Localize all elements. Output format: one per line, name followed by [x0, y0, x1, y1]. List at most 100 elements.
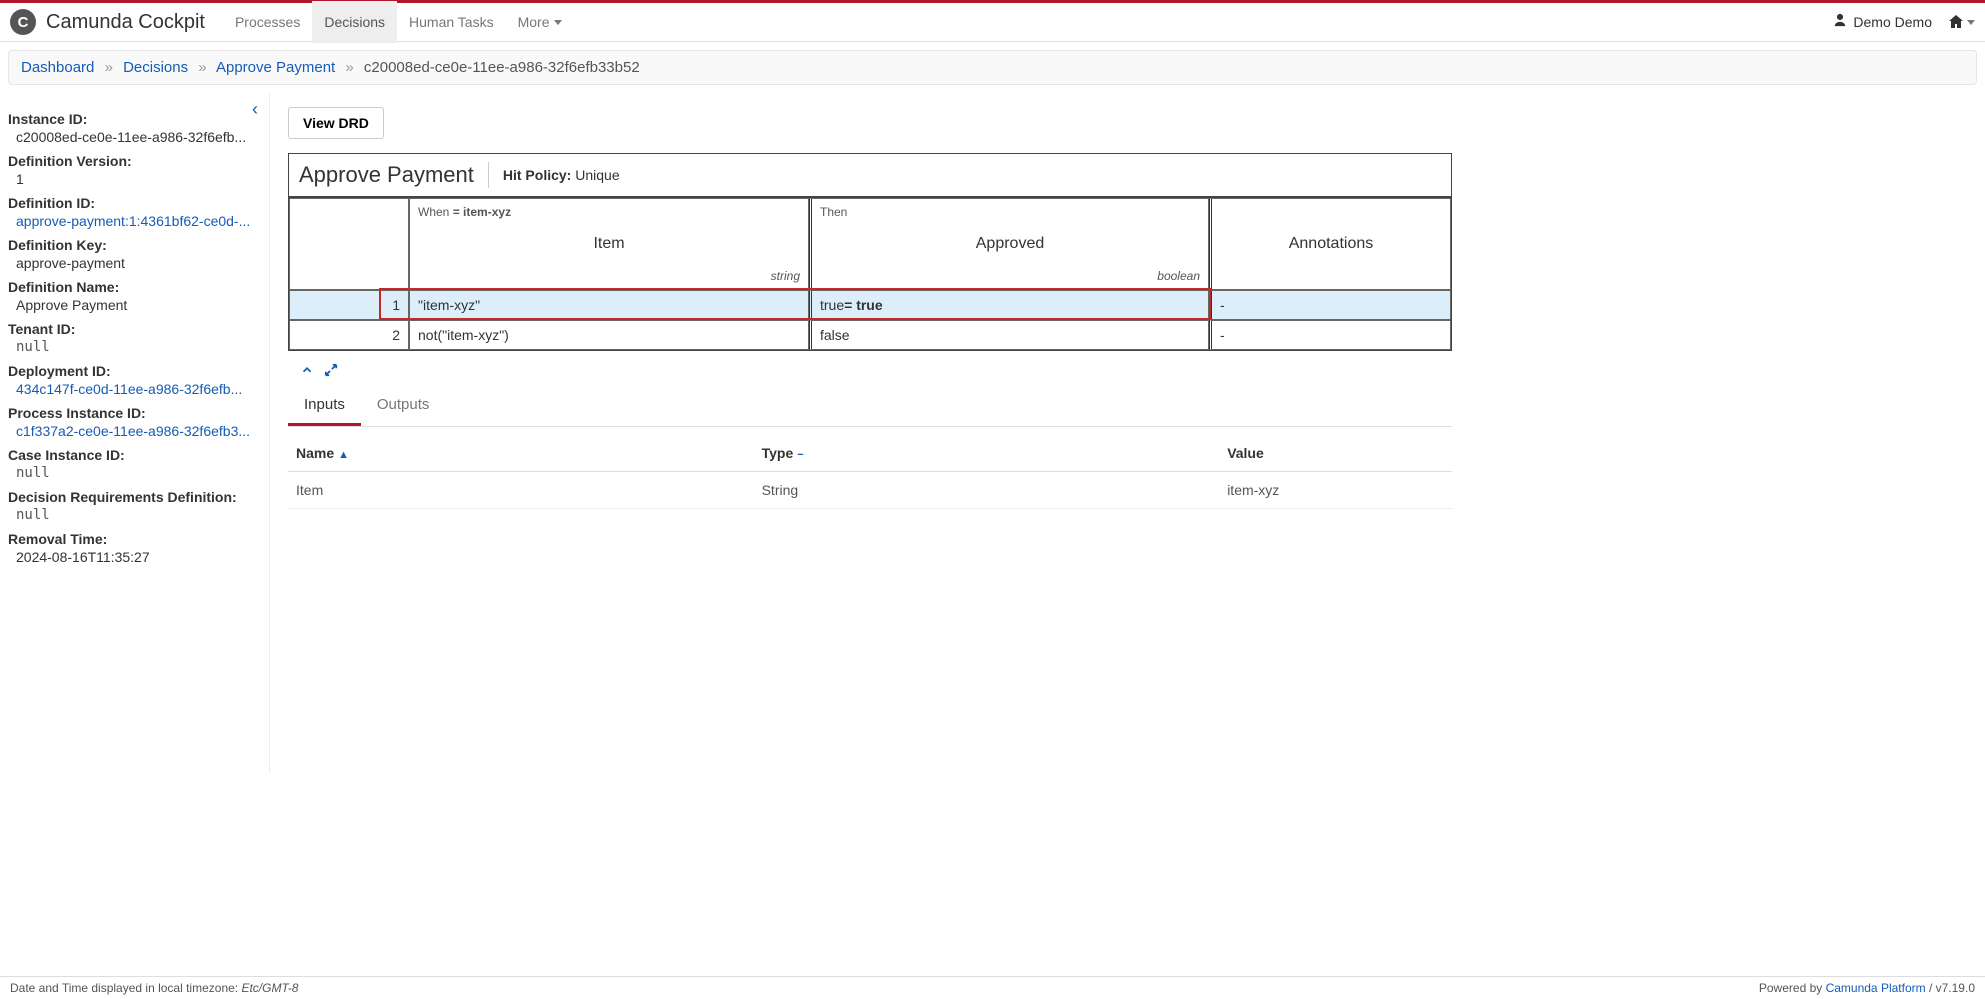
view-drd-button[interactable]: View DRD — [288, 107, 384, 139]
nav-more[interactable]: More — [506, 1, 574, 43]
caret-down-icon — [1967, 20, 1975, 25]
input-column-name: Item — [418, 219, 800, 269]
user-name[interactable]: Demo Demo — [1853, 14, 1932, 30]
breadcrumb-sep: » — [345, 59, 353, 76]
rule-output-bold: = true — [844, 297, 883, 313]
input-column-header: When = item-xyz Item string — [409, 198, 809, 290]
breadcrumb-decisions[interactable]: Decisions — [123, 59, 188, 76]
tenant-id-label: Tenant ID: — [8, 321, 261, 337]
deployment-id-link[interactable]: 434c147f-ce0d-11ee-a986-32f6efb... — [16, 381, 261, 397]
tab-outputs[interactable]: Outputs — [361, 386, 446, 426]
breadcrumb: Dashboard » Decisions » Approve Payment … — [8, 50, 1977, 85]
removal-value: 2024-08-16T11:35:27 — [16, 549, 261, 565]
version: / v7.19.0 — [1926, 981, 1975, 995]
dmn-title: Approve Payment — [299, 162, 489, 188]
sidebar: Instance ID: c20008ed-ce0e-11ee-a986-32f… — [0, 93, 270, 773]
output-column-type: boolean — [820, 269, 1200, 283]
col-value[interactable]: Value — [1219, 435, 1452, 472]
annotation-column-name: Annotations — [1220, 219, 1442, 269]
col-name[interactable]: Name ▲ — [288, 435, 754, 472]
drd-value: null — [16, 507, 261, 523]
expand-panel-icon[interactable] — [324, 363, 338, 380]
dmn-rule-row[interactable]: 1 "item-xyz" true = true - — [289, 290, 1451, 320]
rule-index: 1 — [289, 290, 409, 320]
breadcrumb-sep: » — [105, 59, 113, 76]
powered-label: Powered by — [1759, 981, 1826, 995]
proc-inst-link[interactable]: c1f337a2-ce0e-11ee-a986-32f6efb3... — [16, 423, 261, 439]
inputs-table: Name ▲ Type− Value Item String item-xyz — [288, 435, 1452, 509]
nav-more-label: More — [518, 14, 550, 30]
hit-policy-label: Hit Policy: — [503, 167, 571, 183]
nav-processes[interactable]: Processes — [223, 1, 312, 43]
when-label: When — [418, 205, 449, 219]
col-value-label: Value — [1227, 445, 1264, 461]
drd-label: Decision Requirements Definition: — [8, 489, 261, 505]
when-value: = item-xyz — [453, 205, 511, 219]
input-column-type: string — [418, 269, 800, 283]
dmn-table: Approve Payment Hit Policy: Unique When … — [288, 153, 1452, 351]
tz-label: Date and Time displayed in local timezon… — [10, 981, 241, 995]
tab-inputs[interactable]: Inputs — [288, 386, 361, 426]
def-name-label: Definition Name: — [8, 279, 261, 295]
timezone-info: Date and Time displayed in local timezon… — [10, 981, 298, 995]
output-column-name: Approved — [820, 219, 1200, 269]
def-name-value: Approve Payment — [16, 297, 261, 313]
def-key-label: Definition Key: — [8, 237, 261, 253]
hit-policy: Hit Policy: Unique — [503, 167, 620, 183]
sort-icon: − — [797, 449, 803, 461]
col-type[interactable]: Type− — [754, 435, 1220, 472]
breadcrumb-dashboard[interactable]: Dashboard — [21, 59, 94, 76]
breadcrumb-definition[interactable]: Approve Payment — [216, 59, 335, 76]
user-icon — [1833, 13, 1847, 32]
rule-output-pre: true — [820, 297, 844, 313]
platform-link[interactable]: Camunda Platform — [1826, 981, 1926, 995]
dmn-rule-row[interactable]: 2 not("item-xyz") false - — [289, 320, 1451, 350]
nav-human-tasks[interactable]: Human Tasks — [397, 1, 506, 43]
rule-annotation: - — [1209, 290, 1451, 320]
collapse-sidebar-icon[interactable]: ‹ — [252, 99, 258, 120]
cell-value: item-xyz — [1219, 472, 1452, 509]
topbar: C Camunda Cockpit Processes Decisions Hu… — [0, 0, 1985, 42]
def-version-value: 1 — [16, 171, 261, 187]
hit-policy-value: Unique — [575, 167, 619, 183]
col-type-label: Type — [762, 445, 794, 461]
sort-asc-icon: ▲ — [338, 449, 349, 461]
instance-id-label: Instance ID: — [8, 111, 261, 127]
breadcrumb-instance: c20008ed-ce0e-11ee-a986-32f6efb33b52 — [364, 59, 640, 76]
proc-inst-label: Process Instance ID: — [8, 405, 261, 421]
instance-id-value: c20008ed-ce0e-11ee-a986-32f6efb... — [16, 129, 261, 145]
rule-annotation: - — [1209, 320, 1451, 350]
then-label: Then — [820, 205, 1200, 219]
rule-output: true = true — [809, 290, 1209, 320]
rule-input: "item-xyz" — [409, 290, 809, 320]
nav-decisions[interactable]: Decisions — [312, 1, 397, 43]
breadcrumb-sep: » — [198, 59, 206, 76]
cell-name: Item — [288, 472, 754, 509]
case-inst-value: null — [16, 465, 261, 481]
footer: Date and Time displayed in local timezon… — [0, 976, 1985, 999]
rule-input: not("item-xyz") — [409, 320, 809, 350]
output-column-header: Then Approved boolean — [809, 198, 1209, 290]
annotation-column-header: Annotations — [1209, 198, 1451, 290]
col-name-label: Name — [296, 445, 334, 461]
rule-output: false — [809, 320, 1209, 350]
removal-label: Removal Time: — [8, 531, 261, 547]
cell-type: String — [754, 472, 1220, 509]
def-key-value: approve-payment — [16, 255, 261, 271]
def-id-label: Definition ID: — [8, 195, 261, 211]
tenant-id-value: null — [16, 339, 261, 355]
def-version-label: Definition Version: — [8, 153, 261, 169]
caret-down-icon — [554, 20, 562, 25]
table-row: Item String item-xyz — [288, 472, 1452, 509]
tz-value: Etc/GMT-8 — [241, 981, 298, 995]
rule-index-header — [289, 198, 409, 290]
brand-logo-icon[interactable]: C — [10, 9, 36, 35]
content: View DRD Approve Payment Hit Policy: Uni… — [270, 93, 1510, 773]
rule-index: 2 — [289, 320, 409, 350]
collapse-panel-icon[interactable] — [300, 363, 314, 380]
brand-title[interactable]: Camunda Cockpit — [46, 11, 205, 34]
tabs: Inputs Outputs — [288, 386, 1452, 427]
powered-by: Powered by Camunda Platform / v7.19.0 — [1759, 981, 1975, 995]
def-id-link[interactable]: approve-payment:1:4361bf62-ce0d-... — [16, 213, 261, 229]
home-icon[interactable] — [1948, 14, 1975, 30]
